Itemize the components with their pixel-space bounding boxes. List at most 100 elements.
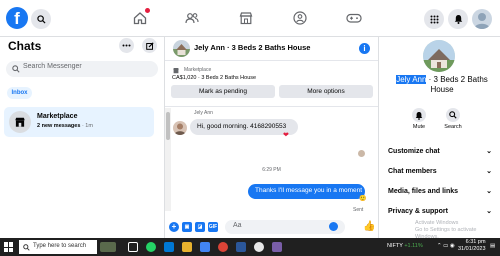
listing-photo[interactable] xyxy=(423,40,455,72)
conversation-list-item[interactable]: Marketplace 2 new messages · 1m xyxy=(4,107,154,137)
app-icon[interactable] xyxy=(254,242,264,252)
menu-item-label: Privacy & support xyxy=(388,208,448,215)
menu-item-label: Chat members xyxy=(388,168,437,175)
messenger-window: f Chats Search Messenger Inbox Marketpla… xyxy=(0,0,500,256)
gaming-icon[interactable] xyxy=(345,9,363,27)
message-placeholder: Aa xyxy=(233,222,242,229)
word-icon[interactable] xyxy=(236,242,246,252)
chevron-down-icon: ⌄ xyxy=(486,168,492,175)
conversation-name: Marketplace xyxy=(37,113,78,120)
conversation-panel: Jely Ann · 3 Beds 2 Baths House i Market… xyxy=(165,37,378,238)
scrollbar[interactable] xyxy=(165,108,171,211)
mark-as-pending-button[interactable]: Mark as pending xyxy=(171,85,275,98)
conversation-preview: 2 new messages · 1m xyxy=(37,123,93,129)
conversation-info-panel: Jely Ann · 3 Beds 2 Baths House Mute Sea… xyxy=(378,37,500,240)
info-title-highlight: Jely Ann xyxy=(396,75,427,84)
tab-inbox[interactable]: Inbox xyxy=(7,87,32,99)
profile-avatar[interactable] xyxy=(472,9,492,29)
menu-item-customize-chat[interactable]: Customize chat ⌄ xyxy=(388,146,492,158)
nifty-label: NIFTY xyxy=(387,243,403,249)
taskbar-clock[interactable]: 6:31 pm 31/01/2023 xyxy=(458,239,486,253)
app-icon[interactable] xyxy=(272,242,282,252)
notification-icon[interactable]: ▤ xyxy=(490,243,495,249)
compose-bar: + ▣ ◪ GIF Aa 👍 xyxy=(165,217,378,238)
info-icon[interactable]: i xyxy=(359,43,370,54)
gif-icon[interactable]: GIF xyxy=(208,222,218,232)
marketplace-icon xyxy=(9,111,31,133)
chrome-icon[interactable] xyxy=(218,242,228,252)
menu-item-label: Customize chat xyxy=(388,148,440,155)
emoji-icon[interactable] xyxy=(329,222,338,231)
message-input[interactable]: Aa xyxy=(225,220,345,234)
marketplace-icon[interactable] xyxy=(237,9,255,27)
listing-avatar[interactable] xyxy=(173,40,190,57)
more-options-icon[interactable] xyxy=(119,38,134,53)
search-icon xyxy=(23,244,30,251)
chats-sidebar: Chats Search Messenger Inbox Marketplace… xyxy=(0,37,165,238)
info-title-rest: · 3 Beds 2 Baths House xyxy=(426,75,488,94)
more-options-button[interactable]: More options xyxy=(279,85,373,98)
edge-icon[interactable] xyxy=(164,242,174,252)
search-messenger-input[interactable]: Search Messenger xyxy=(6,61,158,77)
file-explorer-icon[interactable] xyxy=(182,242,192,252)
task-view-icon[interactable] xyxy=(128,242,138,252)
bell-icon xyxy=(412,108,426,122)
tray-icons[interactable]: ⌃ ▭ ◉ xyxy=(437,243,455,249)
search-placeholder: Search Messenger xyxy=(23,63,82,70)
search-icon xyxy=(12,65,20,73)
image-icon[interactable]: ▣ xyxy=(182,222,192,232)
menu-item-media-files[interactable]: Media, files and links ⌄ xyxy=(388,186,492,198)
seen-avatar xyxy=(358,150,365,157)
new-message-icon[interactable] xyxy=(142,38,157,53)
groups-icon[interactable] xyxy=(291,9,309,27)
outgoing-message[interactable]: Thanks I'll message you in a moment xyxy=(248,184,365,199)
sender-avatar xyxy=(173,121,187,135)
unread-count: 2 new messages xyxy=(37,123,81,129)
search-label: Search xyxy=(444,124,462,130)
facebook-logo[interactable]: f xyxy=(6,7,28,29)
seen-emoji-icon: 🙂 xyxy=(359,196,367,202)
scrollbar-thumb[interactable] xyxy=(166,112,170,140)
friends-icon[interactable] xyxy=(183,9,201,27)
taskbar-time: 6:31 pm xyxy=(465,239,486,245)
thumbs-up-icon[interactable]: 👍 xyxy=(363,221,375,232)
store-icon[interactable] xyxy=(200,242,210,252)
chevron-down-icon: ⌄ xyxy=(486,208,492,215)
watermark-line-1: Activate Windows xyxy=(415,220,459,226)
sender-name: Jely Ann xyxy=(194,110,213,116)
windows-start-icon[interactable] xyxy=(4,242,14,252)
top-navigation-bar: f xyxy=(0,0,500,37)
zebra-widget-icon[interactable] xyxy=(100,242,116,252)
message-timestamp: 6:29 PM xyxy=(262,167,281,173)
taskbar-search-placeholder: Type here to search xyxy=(33,243,87,249)
search-icon xyxy=(446,108,460,122)
sent-status: Sent xyxy=(353,207,364,213)
menu-item-label: Media, files and links xyxy=(388,188,459,195)
incoming-message[interactable]: Hi, good morning. 4168290553 xyxy=(190,119,298,135)
taskbar-search-input[interactable]: Type here to search xyxy=(19,240,97,254)
nifty-change: +1.11% xyxy=(404,243,423,249)
conversation-header: Jely Ann · 3 Beds 2 Baths House i xyxy=(165,37,378,61)
info-title: Jely Ann · 3 Beds 2 Baths House xyxy=(387,75,497,95)
chevron-down-icon: ⌄ xyxy=(486,188,492,195)
menu-item-privacy-support[interactable]: Privacy & support ⌄ xyxy=(388,206,492,218)
whatsapp-icon[interactable] xyxy=(146,242,156,252)
sticker-icon[interactable]: ◪ xyxy=(195,222,205,232)
conversation-time: · 1m xyxy=(80,123,93,129)
menu-item-chat-members[interactable]: Chat members ⌄ xyxy=(388,166,492,178)
home-icon[interactable] xyxy=(131,8,150,27)
windows-taskbar: Type here to search NIFTY +1.11% ⌃ ▭ ◉ 6… xyxy=(0,238,500,256)
conversation-title: Jely Ann · 3 Beds 2 Baths House xyxy=(194,43,311,52)
bell-icon[interactable] xyxy=(448,9,468,29)
mute-button[interactable]: Mute xyxy=(407,108,431,130)
search-conversation-button[interactable]: Search xyxy=(441,108,465,130)
search-icon[interactable] xyxy=(31,9,51,29)
marketplace-listing-card: Marketplace CA$1,020 · 3 Beds 2 Baths Ho… xyxy=(165,62,378,107)
plus-icon[interactable]: + xyxy=(169,222,179,232)
menu-grid-icon[interactable] xyxy=(424,9,444,29)
marketplace-icon xyxy=(173,68,179,74)
nifty-ticker[interactable]: NIFTY +1.11% xyxy=(387,243,423,249)
taskbar-date: 31/01/2023 xyxy=(458,246,486,252)
mute-label: Mute xyxy=(412,124,426,130)
notification-dot xyxy=(145,8,150,13)
